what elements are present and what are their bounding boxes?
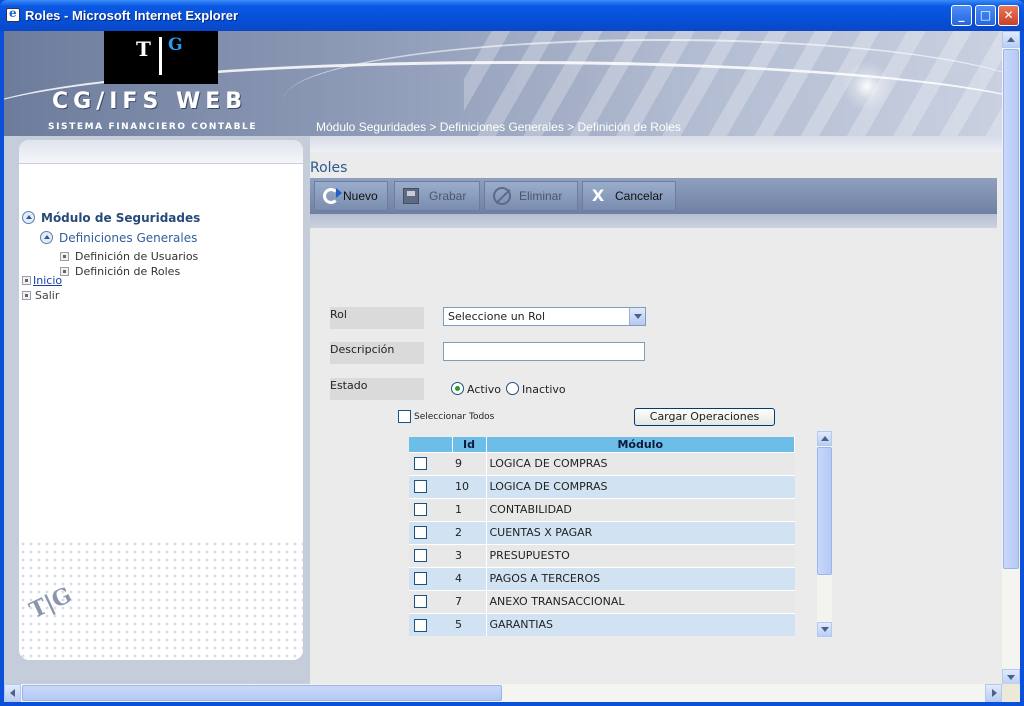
estado-inactivo-radio[interactable] <box>506 382 519 395</box>
chevron-down-icon[interactable] <box>629 308 645 325</box>
breadcrumb: Módulo Seguridades > Definiciones Genera… <box>316 120 681 134</box>
page-vertical-scrollbar[interactable] <box>1002 31 1020 686</box>
cell-id: 1 <box>452 497 487 521</box>
cell-id: 2 <box>452 520 487 544</box>
cell-modulo: PRESUPUESTO <box>486 543 795 567</box>
collapse-icon[interactable] <box>40 231 53 244</box>
refresh-icon <box>323 188 342 204</box>
link-inicio[interactable]: Inicio <box>22 273 62 287</box>
cell-modulo: CONTABILIDAD <box>486 497 795 521</box>
page-horizontal-scrollbar[interactable] <box>4 684 1002 702</box>
grid-scrollbar[interactable] <box>817 431 832 637</box>
ie-icon <box>6 6 20 22</box>
estado-activo-radio[interactable] <box>451 382 464 395</box>
scroll-down-icon[interactable] <box>817 622 832 637</box>
page-title: Roles <box>310 160 348 176</box>
collapse-icon[interactable] <box>22 211 35 224</box>
delete-icon <box>493 187 511 205</box>
scroll-thumb[interactable] <box>22 685 502 701</box>
cell-id: 10 <box>452 474 487 498</box>
rol-label: Rol <box>330 307 424 329</box>
select-all-checkbox[interactable] <box>398 410 411 423</box>
descripcion-input[interactable] <box>443 342 645 361</box>
save-disk-icon <box>403 188 419 204</box>
cell-modulo: PAGOS A TERCEROS <box>486 566 795 590</box>
modules-grid: Id Módulo 9 LOGICA DE COMPRAS 10 LOGICA … <box>409 437 795 637</box>
scroll-right-icon[interactable] <box>985 684 1002 702</box>
window-title: Roles - Microsoft Internet Explorer <box>25 8 239 23</box>
table-row[interactable]: 10 LOGICA DE COMPRAS <box>409 474 795 498</box>
cell-id: 4 <box>452 566 487 590</box>
row-checkbox[interactable] <box>414 595 427 609</box>
cell-modulo: LOGICA DE COMPRAS <box>486 451 795 475</box>
scroll-thumb[interactable] <box>1003 49 1019 569</box>
cell-id: 3 <box>452 543 487 567</box>
estado-inactivo-label[interactable]: Inactivo <box>522 383 566 396</box>
table-row[interactable]: 2 CUENTAS X PAGAR <box>409 520 795 544</box>
browser-window: Roles - Microsoft Internet Explorer _ □ … <box>0 0 1024 706</box>
cancelar-button[interactable]: X Cancelar <box>582 181 676 211</box>
bullet-icon <box>60 251 69 261</box>
close-button[interactable]: ✕ <box>998 5 1019 26</box>
scroll-thumb[interactable] <box>817 447 832 575</box>
tree-node-definiciones-generales[interactable]: Definiciones Generales <box>40 230 197 245</box>
rol-dropdown[interactable]: Seleccione un Rol <box>443 307 646 326</box>
eliminar-button[interactable]: Eliminar <box>484 181 578 211</box>
table-row[interactable]: 9 LOGICA DE COMPRAS <box>409 451 795 475</box>
link-salir[interactable]: Salir <box>22 288 59 302</box>
row-checkbox[interactable] <box>414 526 427 540</box>
main-content: Roles Nuevo Grabar Eliminar X Cancelar R… <box>310 136 1020 702</box>
nuevo-button[interactable]: Nuevo <box>314 181 388 211</box>
cell-id: 5 <box>452 612 487 636</box>
bullet-icon <box>22 275 31 285</box>
estado-activo-label[interactable]: Activo <box>467 383 501 396</box>
cell-id: 9 <box>452 451 487 475</box>
table-row[interactable]: 7 ANEXO TRANSACCIONAL <box>409 589 795 613</box>
scroll-up-icon[interactable] <box>1002 31 1020 48</box>
column-header-select <box>409 437 453 452</box>
column-header-id: Id <box>452 437 487 452</box>
maximize-button[interactable]: □ <box>975 5 996 26</box>
row-checkbox[interactable] <box>414 618 427 632</box>
toolbar: Nuevo Grabar Eliminar X Cancelar <box>310 178 997 214</box>
table-row[interactable]: 3 PRESUPUESTO <box>409 543 795 567</box>
select-all-label: Seleccionar Todos <box>414 412 495 422</box>
title-bar[interactable]: Roles - Microsoft Internet Explorer _ □ … <box>0 0 1024 31</box>
cell-modulo: CUENTAS X PAGAR <box>486 520 795 544</box>
grabar-button[interactable]: Grabar <box>394 181 480 211</box>
sidebar-item-definicion-roles[interactable]: Definición de Roles <box>60 264 180 278</box>
row-checkbox[interactable] <box>414 457 427 471</box>
company-logo: T G <box>104 31 218 84</box>
cancel-x-icon: X <box>591 186 605 205</box>
cell-modulo: LOGICA DE COMPRAS <box>486 474 795 498</box>
table-row[interactable]: 4 PAGOS A TERCEROS <box>409 566 795 590</box>
scroll-left-icon[interactable] <box>4 684 21 702</box>
row-checkbox[interactable] <box>414 549 427 563</box>
table-row[interactable]: 1 CONTABILIDAD <box>409 497 795 521</box>
sidebar: T|G Módulo de Seguridades Definiciones G… <box>4 136 310 702</box>
brand-title: CG/IFS WEB <box>52 89 248 114</box>
sidebar-panel: T|G Módulo de Seguridades Definiciones G… <box>19 140 303 660</box>
row-checkbox[interactable] <box>414 480 427 494</box>
cell-id: 7 <box>452 589 487 613</box>
estado-label: Estado <box>330 378 424 400</box>
cell-modulo: GARANTIAS <box>486 612 795 636</box>
bullet-icon <box>22 290 31 300</box>
cargar-operaciones-button[interactable]: Cargar Operaciones <box>634 408 775 426</box>
descripcion-label: Descripción <box>330 342 424 364</box>
brand-subtitle: SISTEMA FINANCIERO CONTABLE <box>48 122 258 132</box>
tree-node-modulo-seguridades[interactable]: Módulo de Seguridades <box>22 210 200 225</box>
table-row[interactable]: 5 GARANTIAS <box>409 612 795 636</box>
sparkle-decoration <box>842 61 892 111</box>
header-banner: T G CG/IFS WEB SISTEMA FINANCIERO CONTAB… <box>4 31 1002 136</box>
page-viewport: T G CG/IFS WEB SISTEMA FINANCIERO CONTAB… <box>4 31 1020 702</box>
column-header-modulo: Módulo <box>486 437 795 452</box>
sidebar-item-definicion-usuarios[interactable]: Definición de Usuarios <box>60 249 198 263</box>
row-checkbox[interactable] <box>414 503 427 517</box>
row-checkbox[interactable] <box>414 572 427 586</box>
minimize-button[interactable]: _ <box>951 5 972 26</box>
scroll-up-icon[interactable] <box>817 431 832 446</box>
cell-modulo: ANEXO TRANSACCIONAL <box>486 589 795 613</box>
